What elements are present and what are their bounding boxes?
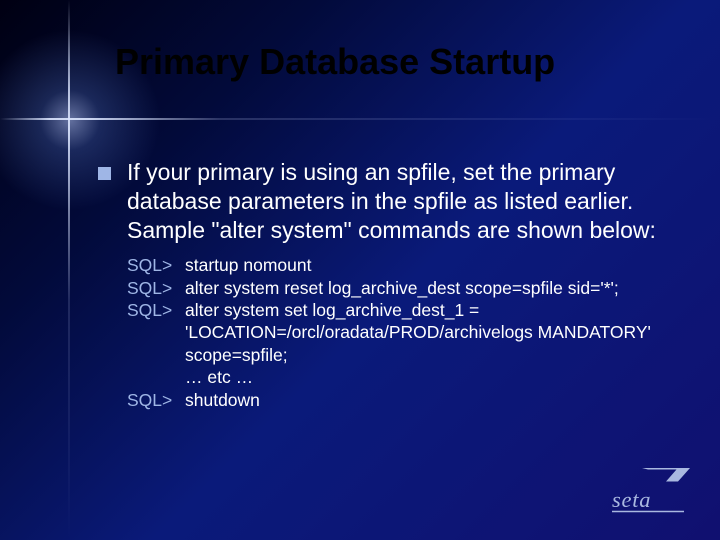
sql-prompt: SQL> (127, 277, 185, 299)
sql-text: startup nomount (185, 254, 670, 276)
sql-line: SQL> alter system reset log_archive_dest… (127, 277, 670, 299)
decor-horizontal-line (0, 118, 720, 120)
seta-logo: seta (606, 462, 696, 522)
sql-block: SQL> startup nomount SQL> alter system r… (127, 254, 670, 411)
slide-content: If your primary is using an spfile, set … (98, 158, 670, 411)
sql-line: SQL> alter system set log_archive_dest_1… (127, 299, 670, 366)
sql-text: alter system set log_archive_dest_1 = 'L… (185, 299, 670, 366)
bullet-text: If your primary is using an spfile, set … (127, 158, 670, 244)
sql-text: alter system reset log_archive_dest scop… (185, 277, 670, 299)
sql-prompt: SQL> (127, 254, 185, 276)
sql-prompt: SQL> (127, 299, 185, 321)
sql-text: shutdown (185, 389, 670, 411)
logo-roof-icon (642, 468, 690, 482)
logo-text: seta (612, 487, 651, 512)
sql-line: SQL> shutdown (127, 389, 670, 411)
slide-title: Primary Database Startup (115, 42, 680, 82)
square-bullet-icon (98, 167, 111, 180)
sql-text: … etc … (185, 366, 670, 388)
sql-line: SQL> startup nomount (127, 254, 670, 276)
bullet-item: If your primary is using an spfile, set … (98, 158, 670, 244)
decor-vertical-line (68, 0, 70, 540)
sql-line: … etc … (127, 366, 670, 388)
sql-prompt: SQL> (127, 389, 185, 411)
slide: Primary Database Startup If your primary… (0, 0, 720, 540)
